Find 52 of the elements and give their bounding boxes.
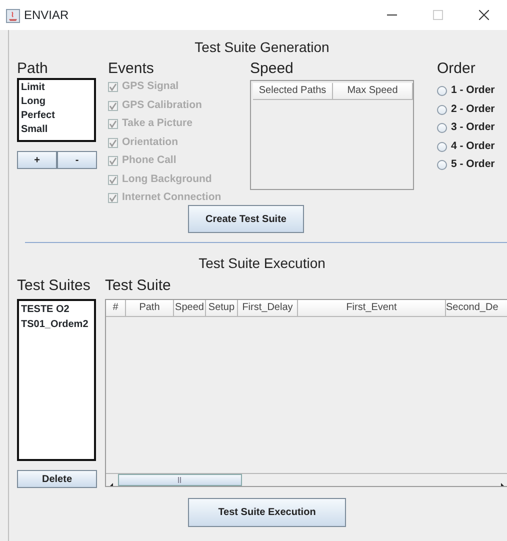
radio-button[interactable] (437, 123, 447, 134)
delete-button[interactable]: Delete (17, 470, 97, 488)
radio-button[interactable] (437, 104, 447, 115)
list-item[interactable]: Long (21, 95, 92, 109)
checkbox-label: GPS Signal (122, 79, 179, 94)
column-header[interactable]: Second_De (446, 300, 507, 316)
checkbox-label: Internet Connection (122, 190, 222, 206)
checkbox-label: Orientation (122, 134, 178, 150)
checkbox-label: Take a Picture (122, 116, 192, 132)
list-item[interactable]: Perfect (21, 109, 92, 123)
radio-button[interactable] (437, 160, 447, 170)
java-app-icon (6, 8, 20, 23)
section-heading: Path (17, 60, 49, 78)
checkbox-label: Long Background (122, 172, 212, 187)
radio-button[interactable] (437, 142, 447, 152)
radio-label: 2 - Order (451, 102, 495, 117)
path-list[interactable]: Limit Long Perfect Small (17, 78, 96, 142)
remove-button[interactable]: - (57, 151, 97, 169)
section-title: Test Suite Generation (194, 38, 330, 57)
column-header[interactable]: First_Event (298, 300, 446, 316)
section-heading: Order (437, 60, 476, 78)
column-header[interactable]: Selected Paths (253, 83, 333, 99)
column-header[interactable]: Speed (174, 300, 206, 316)
section-heading: Test Suites (17, 277, 92, 295)
list-item[interactable]: TESTE O2 (21, 302, 92, 317)
add-button[interactable]: + (17, 151, 57, 169)
column-header[interactable]: First_Delay (238, 300, 298, 316)
checkbox-label: GPS Calibration (122, 98, 202, 113)
section-heading: Test Suite (105, 277, 172, 295)
list-item[interactable]: TS01_Ordem2 (21, 317, 92, 332)
column-header[interactable]: # (106, 300, 126, 316)
section-heading: Speed (250, 60, 294, 78)
column-header[interactable]: Setup (206, 300, 238, 316)
window-title: ENVIAR (24, 7, 69, 24)
scrollbar-thumb[interactable] (118, 474, 242, 486)
close-icon (479, 10, 489, 20)
maximize-icon (433, 10, 443, 20)
create-button[interactable]: Create Test Suite (188, 205, 304, 233)
section-title: Test Suite Execution (198, 254, 326, 273)
section-heading: Events (108, 60, 155, 78)
execute-button[interactable]: Test Suite Execution (188, 498, 346, 526)
radio-label: 5 - Order (451, 157, 495, 172)
checkbox-label: Phone Call (122, 153, 176, 168)
radio-label: 1 - Order (451, 83, 495, 98)
list-item[interactable]: Limit (21, 81, 92, 95)
radio-button[interactable] (437, 86, 447, 96)
radio-label: 4 - Order (451, 138, 495, 154)
column-header[interactable]: Path (126, 300, 174, 316)
suite-list[interactable]: TESTE O2 TS01_Ordem2 (17, 299, 96, 461)
column-header[interactable]: Max Speed (333, 83, 413, 99)
radio-label: 3 - Order (451, 120, 495, 136)
list-item[interactable]: Small (21, 123, 92, 137)
